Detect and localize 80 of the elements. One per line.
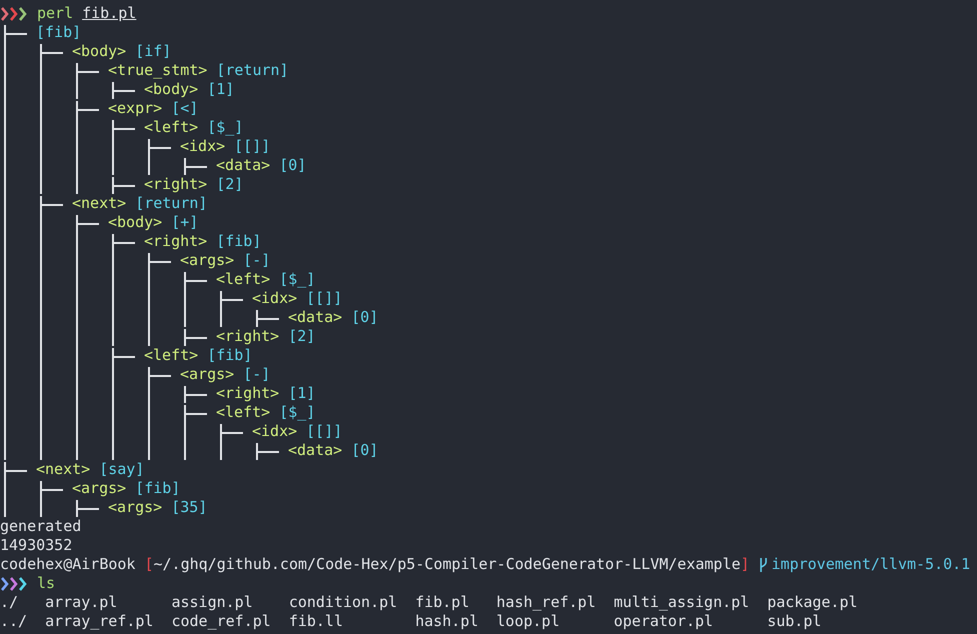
file-name: fib.ll [288, 612, 344, 631]
file-name: operator.pl [614, 612, 714, 631]
file-name: array.pl [45, 593, 118, 612]
node-value: [$_] [207, 118, 244, 137]
file-name: hash_ref.pl [496, 593, 596, 612]
node-label: <next> [72, 194, 126, 213]
node-label: <args> [180, 251, 234, 270]
node-label: <left> [144, 346, 198, 365]
file-name: sub.pl [767, 612, 822, 631]
node-label: <right> [144, 232, 208, 251]
node-value: [1] [207, 80, 234, 99]
node-label: <right> [216, 327, 280, 346]
git-branch: improvement/llvm-5.0.1 [772, 555, 970, 574]
node-value: [-] [243, 251, 270, 270]
node-value: [0] [351, 308, 378, 327]
file-name: package.pl [767, 593, 858, 612]
path-bracket: [ [144, 555, 154, 574]
prompt-path: ~/.ghq/github.com/Code-Hex/p5-Compiler-CodeGenerator-LLVM/example [154, 555, 740, 574]
node-value: [0] [279, 156, 306, 175]
file-name: fib.pl [415, 593, 470, 612]
file-name: multi_assign.pl [614, 593, 750, 612]
chevrons-icon [1, 6, 28, 20]
file-name: condition.pl [288, 593, 398, 612]
node-value: [fib] [36, 23, 82, 42]
node-value: [fib] [216, 232, 262, 251]
node-value: [+] [171, 213, 198, 232]
file-name: hash.pl [415, 612, 478, 631]
node-label: <body> [72, 42, 126, 61]
node-label: <args> [72, 479, 126, 498]
node-label: <args> [180, 365, 234, 384]
file-name: code_ref.pl [171, 612, 271, 631]
node-label: <left> [216, 403, 270, 422]
node-value: [[]] [306, 289, 342, 308]
node-label: <body> [144, 80, 198, 99]
node-label: <idx> [252, 289, 298, 308]
node-value: [return] [216, 61, 289, 80]
node-value: [fib] [135, 479, 180, 498]
file-name: array_ref.pl [45, 612, 154, 631]
node-label: <idx> [252, 422, 298, 441]
node-value: [1] [288, 384, 316, 403]
node-label: <left> [216, 270, 270, 289]
node-label: <data> [288, 441, 342, 460]
node-label: <idx> [180, 137, 226, 156]
node-label: <next> [36, 460, 90, 479]
node-value: [2] [288, 327, 316, 346]
node-label: <args> [108, 498, 162, 517]
output-text: generated [0, 517, 82, 536]
node-value: [fib] [207, 346, 252, 365]
node-label: <right> [144, 175, 208, 194]
node-value: [-] [243, 365, 270, 384]
file-name: ../ [0, 612, 28, 631]
node-label: <expr> [108, 99, 162, 118]
node-value: [0] [351, 441, 378, 460]
node-value: [35] [171, 498, 208, 517]
command-argument: fib.pl [82, 4, 136, 23]
node-value: [$_] [279, 270, 316, 289]
node-label: <body> [108, 213, 162, 232]
node-label: <right> [216, 384, 280, 403]
git-branch-icon [758, 556, 768, 572]
node-label: <data> [288, 308, 342, 327]
node-value: [[]] [306, 422, 342, 441]
node-value: [<] [171, 99, 198, 118]
file-name: ./ [0, 593, 20, 612]
file-name: assign.pl [171, 593, 254, 612]
node-value: [2] [216, 175, 244, 194]
command-name: perl [37, 4, 74, 23]
node-value: [if] [135, 42, 172, 61]
file-name: loop.pl [496, 612, 561, 631]
node-label: <data> [216, 156, 270, 175]
node-label: <true_stmt> [108, 61, 208, 80]
prompt-user: codehex@AirBook [0, 555, 136, 574]
node-value: [$_] [279, 403, 316, 422]
node-label: <left> [144, 118, 198, 137]
chevrons-icon [1, 576, 28, 590]
node-value: [say] [99, 460, 144, 479]
output-text: 14930352 [0, 536, 72, 555]
path-bracket: ] [740, 555, 750, 574]
node-value: [[]] [234, 137, 270, 156]
node-value: [return] [135, 194, 208, 213]
command-name: ls [37, 574, 56, 593]
